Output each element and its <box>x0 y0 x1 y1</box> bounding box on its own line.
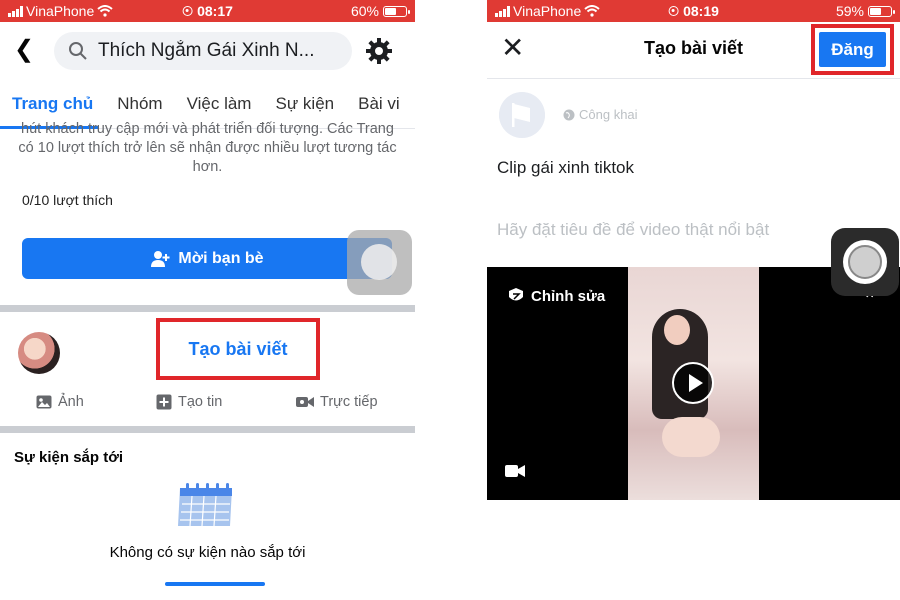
photo-icon <box>36 395 52 409</box>
battery-status: 60% <box>350 3 410 19</box>
magic-edit-icon <box>509 288 523 301</box>
post-button[interactable]: Đăng <box>819 32 886 67</box>
globe-icon <box>563 109 575 120</box>
live-action[interactable]: Trực tiếp <box>296 394 378 410</box>
battery-fill <box>870 7 881 15</box>
header-divider <box>487 78 900 79</box>
time-label: 08:19 <box>683 3 719 19</box>
story-action[interactable]: Tạo tin <box>156 394 222 410</box>
invite-label: Mời bạn bè <box>178 249 264 267</box>
back-icon[interactable]: ❮ <box>14 38 34 62</box>
battery-fill <box>385 7 396 15</box>
status-bar: VinaPhone 08:19 59% <box>487 0 900 22</box>
events-section-title: Sự kiện sắp tới <box>14 449 124 466</box>
carrier-label: VinaPhone <box>513 3 582 19</box>
invite-friends-button[interactable]: Mời bạn bè <box>22 238 392 279</box>
clock: 08:19 <box>668 3 719 19</box>
signal-icon <box>495 5 510 17</box>
video-camera-icon <box>296 397 314 407</box>
signal-icon <box>8 5 23 17</box>
wifi-icon <box>584 5 600 17</box>
battery-status: 59% <box>835 3 895 19</box>
see-more-bar[interactable] <box>165 582 265 586</box>
play-icon[interactable] <box>672 362 714 404</box>
page-title: Thích Ngắm Gái Xinh N... <box>98 40 315 61</box>
calendar-icon <box>178 483 232 527</box>
gear-icon[interactable] <box>365 37 393 65</box>
page-avatar-icon[interactable] <box>499 92 545 138</box>
add-person-icon <box>151 250 170 267</box>
carrier: VinaPhone <box>8 3 113 19</box>
assistive-touch-button[interactable] <box>347 230 412 295</box>
video-title-input[interactable]: Hãy đặt tiêu đề để video thật nổi bật <box>497 220 769 240</box>
assistive-touch-inner <box>361 244 397 280</box>
likes-progress: 0/10 lượt thích <box>22 192 113 208</box>
search-icon <box>69 42 87 60</box>
post-button-highlight: Đăng <box>811 24 894 75</box>
left-screen: VinaPhone 08:17 60% ❮ Thích Ngắm Gái Xin… <box>0 0 415 600</box>
recording-icon <box>182 6 193 16</box>
composer-header: ✕ Tạo bài viết Đăng <box>487 22 900 78</box>
create-post-label: Tạo bài viết <box>188 338 288 359</box>
clock: 08:17 <box>182 3 233 19</box>
recording-icon <box>668 6 679 16</box>
battery-icon <box>868 5 895 17</box>
section-divider <box>0 305 415 312</box>
carrier-label: VinaPhone <box>26 3 95 19</box>
post-caption[interactable]: Clip gái xinh tiktok <box>497 158 634 178</box>
story-label: Tạo tin <box>178 394 223 410</box>
time-label: 08:17 <box>197 3 233 19</box>
thumbnail-face <box>664 315 690 345</box>
assistive-touch-inner <box>848 245 882 279</box>
wifi-icon <box>97 5 113 17</box>
battery-icon <box>383 5 410 17</box>
section-divider <box>0 426 415 433</box>
privacy-selector[interactable]: Công khai <box>563 107 638 122</box>
help-text: hút khách truy cập mới và phát triển đối… <box>18 121 397 175</box>
page-header: ❮ Thích Ngắm Gái Xinh N... <box>0 22 415 80</box>
edit-label: Chỉnh sửa <box>531 287 606 305</box>
video-camera-icon <box>505 465 525 477</box>
search-bar[interactable]: Thích Ngắm Gái Xinh N... <box>54 32 352 70</box>
status-bar: VinaPhone 08:17 60% <box>0 0 415 22</box>
avatar[interactable] <box>18 332 60 374</box>
battery-label: 59% <box>835 3 864 19</box>
add-story-icon <box>156 394 172 410</box>
live-label: Trực tiếp <box>320 394 378 410</box>
create-post-button[interactable]: Tạo bài viết <box>156 318 320 380</box>
assistive-touch-button[interactable] <box>831 228 899 296</box>
edit-video-button[interactable]: Chỉnh sửa <box>507 287 605 305</box>
thumbnail-legs <box>662 417 720 457</box>
carrier: VinaPhone <box>495 3 600 19</box>
no-events-text: Không có sự kiện nào sắp tới <box>109 544 306 561</box>
battery-label: 60% <box>350 3 379 19</box>
privacy-label: Công khai <box>579 107 638 122</box>
photo-label: Ảnh <box>58 394 84 410</box>
right-screen: VinaPhone 08:19 59% ✕ Tạo bài viết Đăng … <box>487 0 900 600</box>
photo-action[interactable]: Ảnh <box>36 394 84 410</box>
